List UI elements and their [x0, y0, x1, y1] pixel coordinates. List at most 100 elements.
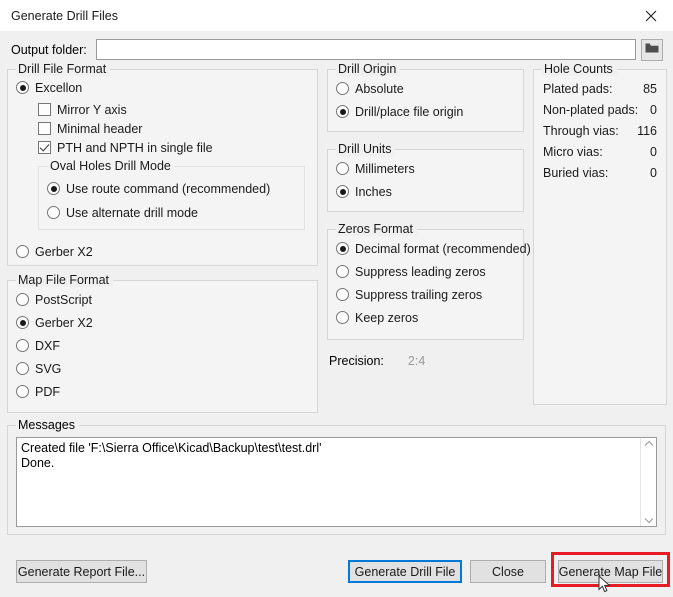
radio-zeros-suppress-trailing-label: Suppress trailing zeros	[355, 287, 483, 302]
radio-use-route-command-indicator	[47, 182, 60, 195]
radio-use-route-command[interactable]: Use route command (recommended)	[47, 179, 296, 198]
map-file-format-title: Map File Format	[16, 273, 113, 287]
checkbox-minimal-header-label: Minimal header	[57, 121, 143, 136]
radio-units-inches-label: Inches	[355, 184, 392, 199]
radio-zeros-decimal[interactable]: Decimal format (recommended)	[336, 239, 531, 258]
radio-gerber-x2-drill[interactable]: Gerber X2	[16, 242, 309, 261]
drill-units-group: Drill Units Millimeters Inches	[327, 142, 524, 212]
radio-zeros-suppress-leading[interactable]: Suppress leading zeros	[336, 262, 515, 281]
hole-count-value: 0	[650, 165, 657, 180]
radio-map-dxf[interactable]: DXF	[16, 336, 309, 355]
oval-holes-drill-mode-title: Oval Holes Drill Mode	[48, 159, 175, 173]
radio-units-millimeters[interactable]: Millimeters	[336, 159, 515, 178]
radio-zeros-keep-indicator	[336, 311, 349, 324]
radio-units-millimeters-label: Millimeters	[355, 161, 415, 176]
radio-map-dxf-indicator	[16, 339, 29, 352]
output-folder-label: Output folder:	[11, 42, 87, 57]
map-file-format-group: Map File Format PostScript Gerber X2 DXF…	[7, 273, 318, 413]
messages-scrollbar[interactable]	[640, 438, 656, 526]
left-column: Drill File Format Excellon Mirror Y axis…	[7, 62, 318, 413]
radio-map-svg-label: SVG	[35, 361, 62, 376]
radio-use-route-command-label: Use route command (recommended)	[66, 181, 271, 196]
radio-zeros-suppress-trailing-indicator	[336, 288, 349, 301]
radio-zeros-decimal-label: Decimal format (recommended)	[355, 241, 531, 256]
radio-map-postscript-indicator	[16, 293, 29, 306]
drill-origin-group: Drill Origin Absolute Drill/place file o…	[327, 62, 524, 132]
middle-column: Drill Origin Absolute Drill/place file o…	[327, 62, 531, 368]
precision-label: Precision:	[329, 354, 384, 368]
radio-excellon[interactable]: Excellon	[16, 78, 309, 97]
window-title: Generate Drill Files	[11, 8, 118, 23]
radio-use-alternate-drill-mode[interactable]: Use alternate drill mode	[47, 203, 296, 222]
radio-use-alternate-drill-mode-indicator	[47, 206, 60, 219]
radio-map-pdf-indicator	[16, 385, 29, 398]
close-button[interactable]	[629, 0, 673, 31]
checkbox-minimal-header[interactable]: Minimal header	[38, 119, 309, 138]
hole-count-row-through-vias: Through vias: 116	[543, 120, 657, 141]
close-icon	[645, 10, 657, 22]
radio-map-pdf-label: PDF	[35, 384, 60, 399]
hole-counts-title: Hole Counts	[542, 62, 617, 76]
radio-origin-drill-place-file-label: Drill/place file origin	[355, 104, 464, 119]
radio-zeros-keep[interactable]: Keep zeros	[336, 308, 515, 327]
main-content: Drill File Format Excellon Mirror Y axis…	[0, 61, 673, 413]
generate-drill-file-button[interactable]: Generate Drill File	[348, 560, 462, 583]
hole-count-label: Buried vias:	[543, 165, 609, 180]
hole-count-label: Plated pads:	[543, 81, 613, 96]
radio-zeros-suppress-leading-indicator	[336, 265, 349, 278]
zeros-format-title: Zeros Format	[336, 222, 418, 236]
radio-units-millimeters-indicator	[336, 162, 349, 175]
radio-units-inches[interactable]: Inches	[336, 182, 515, 201]
radio-zeros-suppress-leading-label: Suppress leading zeros	[355, 264, 486, 279]
checkbox-minimal-header-indicator	[38, 122, 51, 135]
oval-holes-drill-mode-group: Oval Holes Drill Mode Use route command …	[38, 159, 305, 230]
drill-file-format-title: Drill File Format	[16, 62, 111, 76]
generate-report-file-button[interactable]: Generate Report File...	[16, 560, 147, 583]
radio-origin-drill-place-file[interactable]: Drill/place file origin	[336, 102, 515, 121]
checkbox-pth-npth-single-file[interactable]: PTH and NPTH in single file	[38, 138, 309, 157]
radio-map-svg[interactable]: SVG	[16, 359, 309, 378]
hole-count-label: Micro vias:	[543, 144, 603, 159]
hole-count-value: 0	[650, 102, 657, 117]
messages-group: Messages Created file 'F:\Sierra Office\…	[7, 418, 666, 535]
radio-origin-drill-place-file-indicator	[336, 105, 349, 118]
hole-count-row-buried-vias: Buried vias: 0	[543, 162, 657, 183]
hole-count-row-non-plated-pads: Non-plated pads: 0	[543, 99, 657, 120]
radio-gerber-x2-drill-label: Gerber X2	[35, 244, 93, 259]
radio-excellon-indicator	[16, 81, 29, 94]
zeros-format-group: Zeros Format Decimal format (recommended…	[327, 222, 531, 340]
drill-file-format-group: Drill File Format Excellon Mirror Y axis…	[7, 62, 318, 266]
chevron-down-icon[interactable]	[644, 517, 654, 524]
close-dialog-button[interactable]: Close	[470, 560, 546, 583]
hole-count-row-plated-pads: Plated pads: 85	[543, 78, 657, 99]
radio-map-svg-indicator	[16, 362, 29, 375]
radio-map-dxf-label: DXF	[35, 338, 60, 353]
output-folder-input[interactable]	[95, 39, 636, 60]
messages-text: Created file 'F:\Sierra Office\Kicad\Bac…	[21, 441, 322, 470]
hole-count-label: Non-plated pads:	[543, 102, 639, 117]
checkbox-pth-npth-single-file-indicator	[38, 141, 51, 154]
precision-row: Precision: 2:4	[327, 354, 524, 368]
browse-folder-button[interactable]	[641, 38, 663, 61]
messages-title: Messages	[16, 418, 79, 432]
radio-zeros-suppress-trailing[interactable]: Suppress trailing zeros	[336, 285, 515, 304]
radio-origin-absolute[interactable]: Absolute	[336, 79, 515, 98]
radio-origin-absolute-indicator	[336, 82, 349, 95]
radio-map-postscript[interactable]: PostScript	[16, 290, 309, 309]
checkbox-mirror-y-axis-label: Mirror Y axis	[57, 102, 127, 117]
button-bar: Generate Report File... Generate Drill F…	[0, 552, 673, 588]
hole-count-value: 85	[643, 81, 657, 96]
radio-use-alternate-drill-mode-label: Use alternate drill mode	[66, 205, 199, 220]
output-folder-row: Output folder:	[0, 31, 673, 61]
radio-map-postscript-label: PostScript	[35, 292, 92, 307]
checkbox-mirror-y-axis[interactable]: Mirror Y axis	[38, 100, 309, 119]
chevron-up-icon[interactable]	[644, 440, 654, 447]
radio-map-gerber-x2[interactable]: Gerber X2	[16, 313, 309, 332]
radio-zeros-decimal-indicator	[336, 242, 349, 255]
hole-counts-group: Hole Counts Plated pads: 85 Non-plated p…	[533, 62, 667, 405]
hole-count-value: 0	[650, 144, 657, 159]
radio-map-pdf[interactable]: PDF	[16, 382, 309, 401]
radio-map-gerber-x2-indicator	[16, 316, 29, 329]
generate-map-file-button[interactable]: Generate Map File	[558, 560, 663, 583]
messages-box[interactable]: Created file 'F:\Sierra Office\Kicad\Bac…	[16, 437, 657, 527]
